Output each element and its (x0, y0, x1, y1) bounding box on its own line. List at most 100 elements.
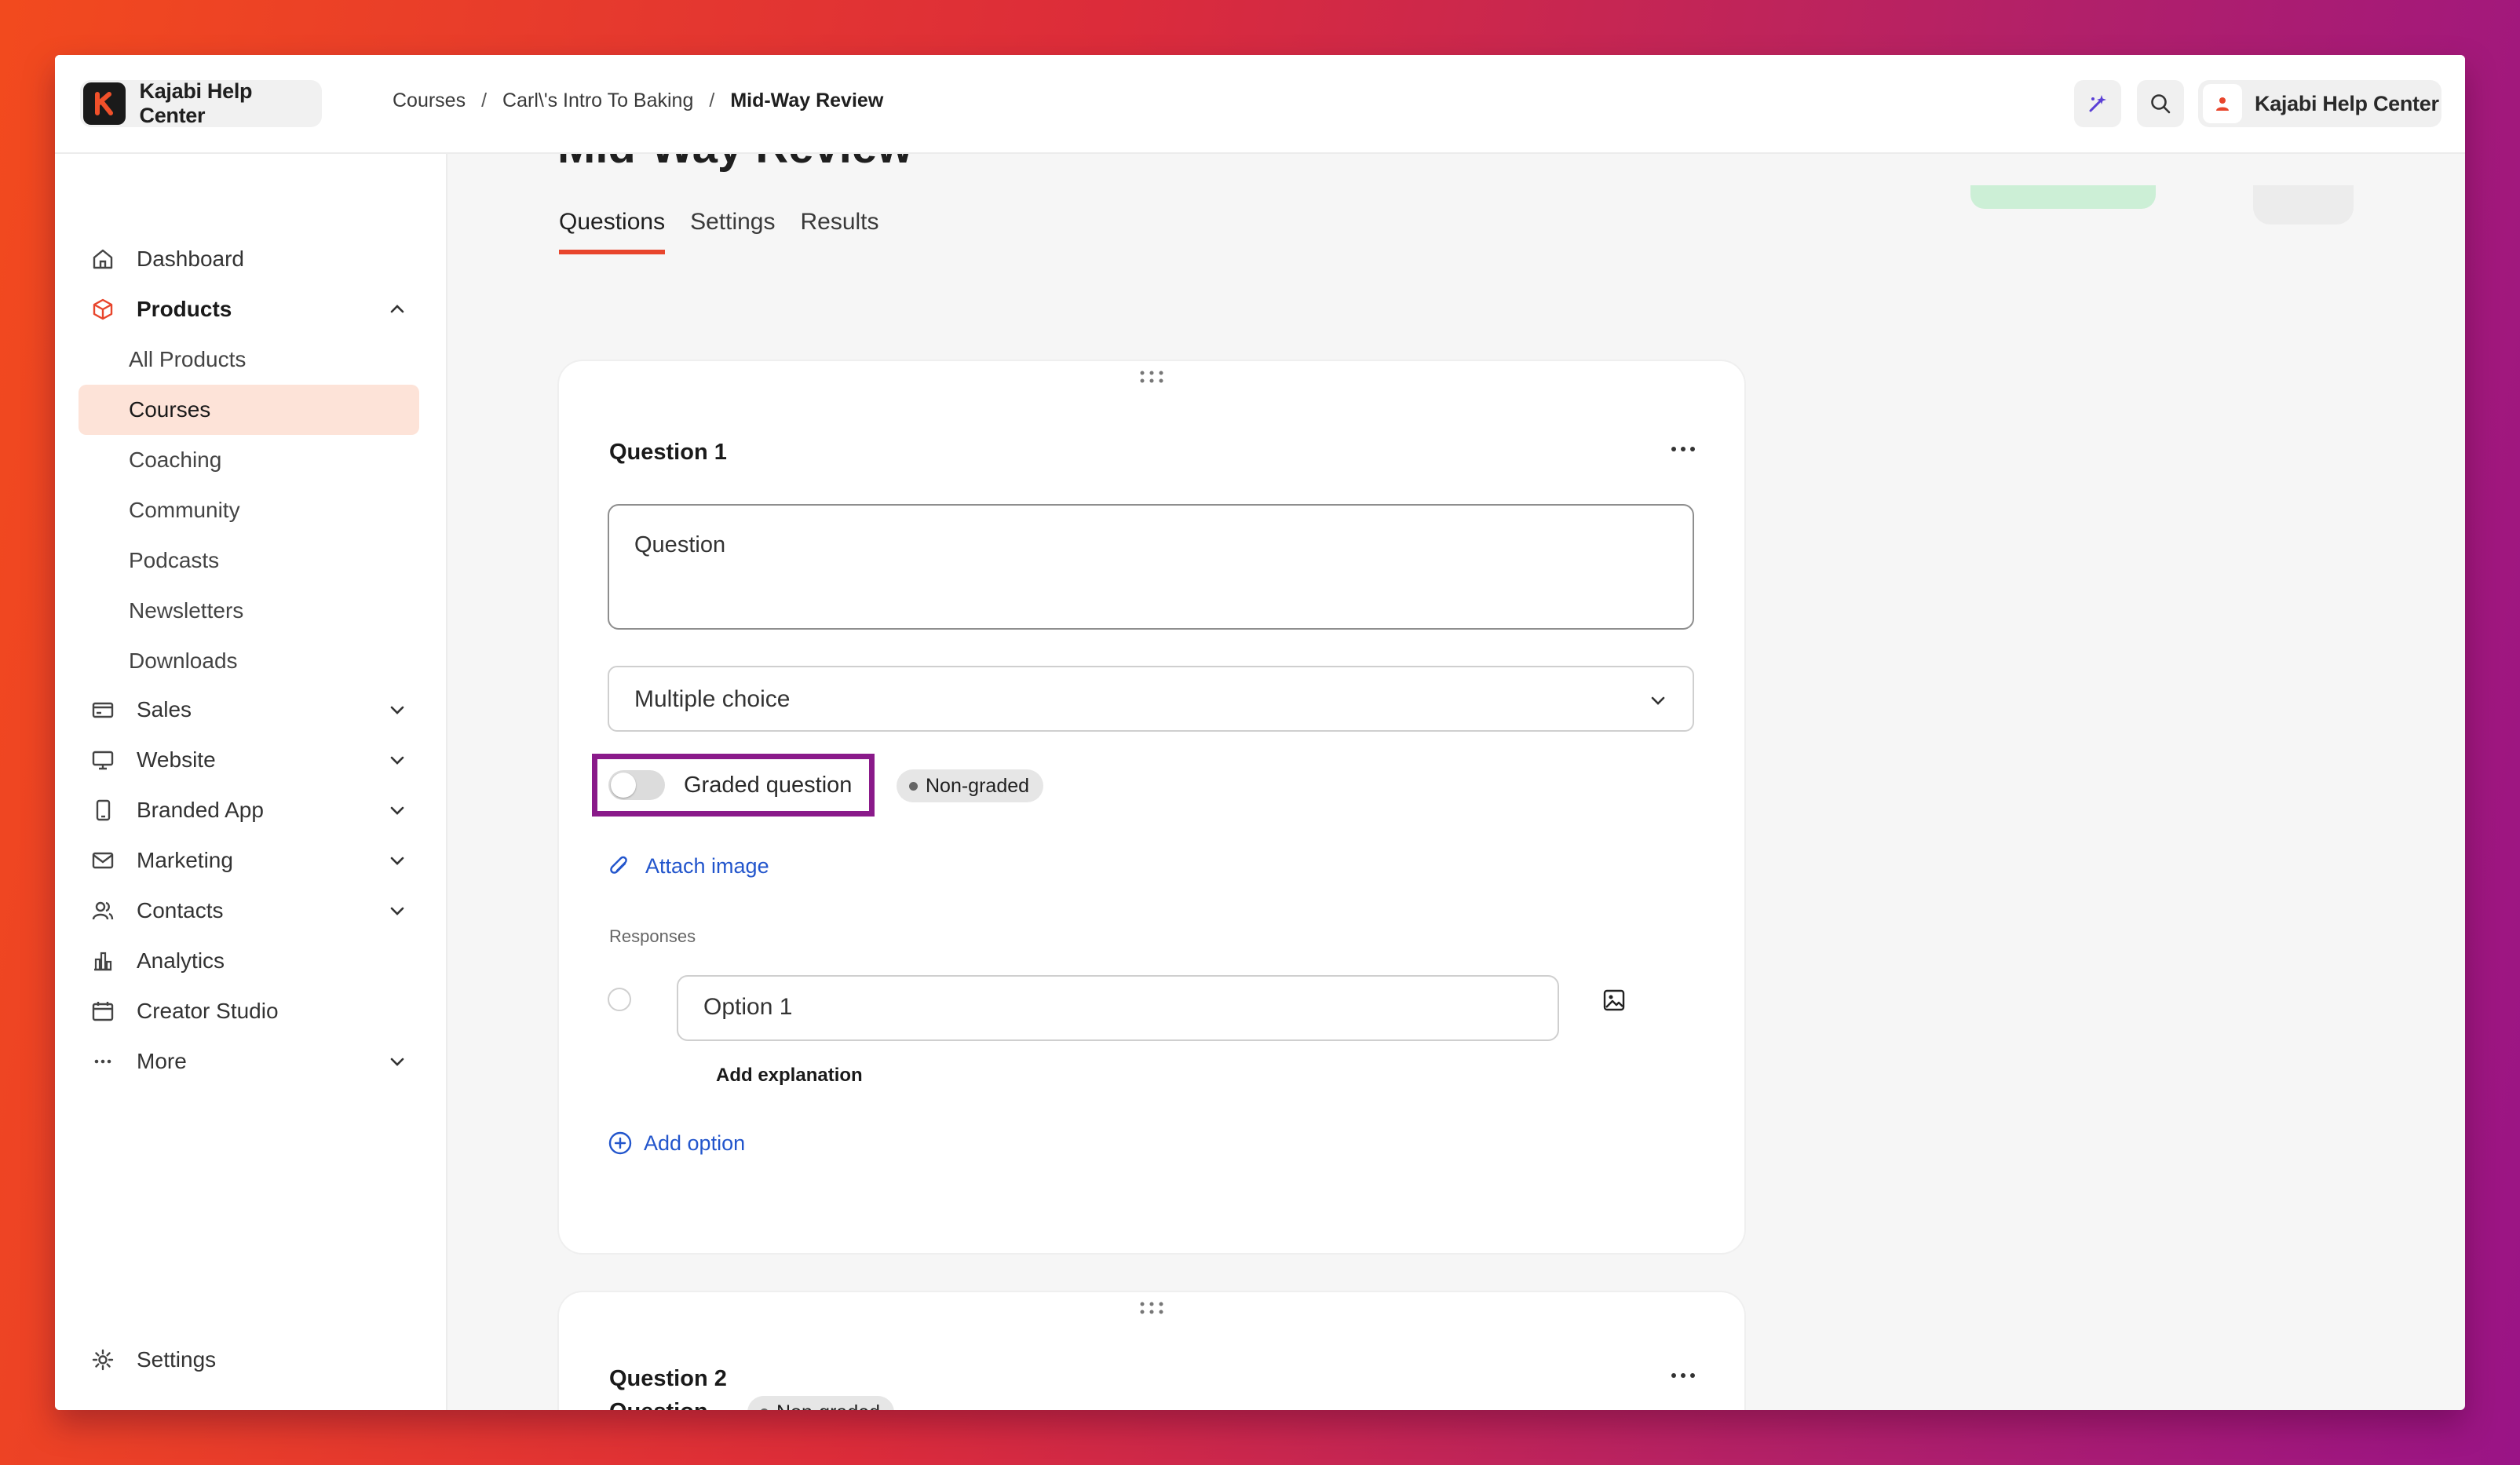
sidebar-item-label: Downloads (129, 648, 238, 673)
status-dot (909, 781, 918, 791)
search-button[interactable] (2137, 80, 2184, 127)
user-icon (2216, 97, 2229, 111)
sidebar-item-all-products[interactable]: All Products (79, 334, 419, 385)
sidebar-item-label: Podcasts (129, 548, 220, 572)
bar-chart-icon (89, 948, 116, 974)
box-icon (89, 296, 116, 323)
account-menu[interactable]: Kajabi Help Center (2198, 80, 2441, 127)
breadcrumb-course[interactable]: Carl\'s Intro To Baking (502, 90, 693, 112)
sidebar-item-label: Contacts (137, 898, 224, 922)
more-options-icon[interactable] (1667, 1368, 1699, 1383)
image-icon[interactable] (1601, 988, 1627, 1013)
top-bar: Kajabi Help Center Courses / Carl\'s Int… (55, 55, 2465, 154)
status-badge: Non-graded (747, 1396, 895, 1410)
sparkle-wand-icon (2089, 95, 2106, 112)
tab-settings[interactable]: Settings (690, 209, 775, 254)
sidebar-item-contacts[interactable]: Contacts (79, 886, 419, 936)
users-icon (89, 897, 116, 924)
search-icon (2151, 94, 2171, 114)
sidebar-item-more[interactable]: More (79, 1036, 419, 1087)
sidebar-item-label: Creator Studio (137, 999, 279, 1023)
sidebar: Dashboard Products All Products Courses … (55, 154, 447, 1410)
gear-icon (89, 1346, 116, 1373)
chevron-down-icon (1651, 696, 1665, 705)
breadcrumb-courses[interactable]: Courses (393, 90, 466, 112)
status-dot (760, 1408, 769, 1410)
question-card: Question 1 Question Multiple choice Grad… (559, 361, 1744, 1253)
sidebar-item-label: Dashboard (137, 247, 244, 271)
chevron-down-icon (390, 706, 404, 714)
question-title: Question 1 (609, 440, 727, 465)
sidebar-item-label: Branded App (137, 798, 264, 822)
avatar (2203, 84, 2242, 123)
ai-assistant-button[interactable] (2074, 80, 2121, 127)
tab-results[interactable]: Results (800, 209, 878, 254)
sidebar-item-label: Sales (137, 697, 192, 722)
sidebar-item-newsletters[interactable]: Newsletters (79, 586, 419, 636)
chevron-down-icon (390, 1058, 404, 1066)
credit-card-icon (89, 696, 116, 723)
question-type-select[interactable]: Multiple choice (608, 666, 1694, 732)
sidebar-item-coaching[interactable]: Coaching (79, 435, 419, 485)
sidebar-item-website[interactable]: Website (79, 735, 419, 785)
main-content: Mid-Way Review Questions Settings Result… (447, 154, 2465, 1410)
brand-switcher[interactable]: Kajabi Help Center (80, 79, 322, 127)
tab-bar: Questions Settings Results (559, 209, 904, 254)
responses-label: Responses (609, 926, 696, 946)
sidebar-item-downloads[interactable]: Downloads (79, 636, 419, 686)
graded-toggle[interactable] (608, 770, 665, 800)
page-title: Mid-Way Review (557, 154, 912, 174)
add-option-button[interactable]: Add option (608, 1131, 745, 1156)
question-input[interactable]: Question (608, 504, 1694, 630)
chevron-down-icon (390, 756, 404, 765)
option-input[interactable]: Option 1 (677, 975, 1559, 1041)
sidebar-item-community[interactable]: Community (79, 485, 419, 535)
add-option-label: Add option (644, 1131, 746, 1155)
sidebar-item-label: Website (137, 747, 216, 772)
status-badge: Non-graded (897, 769, 1044, 802)
sidebar-item-label: Newsletters (129, 598, 244, 623)
sidebar-item-podcasts[interactable]: Podcasts (79, 535, 419, 586)
kajabi-logo-icon (83, 82, 126, 125)
question-title: Question 2 (609, 1366, 727, 1391)
add-explanation-button[interactable]: Add explanation (716, 1065, 863, 1087)
sidebar-item-label: Marketing (137, 848, 233, 872)
attach-image-button[interactable]: Attach image (608, 854, 769, 879)
sidebar-item-label: All Products (129, 347, 247, 371)
sidebar-item-dashboard[interactable]: Dashboard (79, 234, 419, 284)
mail-icon (89, 847, 116, 874)
sidebar-item-analytics[interactable]: Analytics (79, 936, 419, 986)
more-options-icon[interactable] (1667, 441, 1699, 457)
toggle-knob (611, 773, 636, 798)
brand-name: Kajabi Help Center (139, 79, 253, 127)
sidebar-item-marketing[interactable]: Marketing (79, 835, 419, 886)
sidebar-item-label: Settings (137, 1347, 217, 1372)
drag-handle-icon[interactable] (1138, 1300, 1165, 1316)
option-radio[interactable] (608, 988, 631, 1011)
paperclip-icon (610, 856, 627, 874)
breadcrumb-separator: / (481, 90, 488, 111)
sidebar-item-products[interactable]: Products (79, 284, 419, 334)
question-type-value: Multiple choice (634, 686, 791, 712)
home-icon (89, 246, 116, 272)
tab-questions[interactable]: Questions (559, 209, 666, 254)
sidebar-item-label: Products (137, 297, 232, 321)
sidebar-item-sales[interactable]: Sales (79, 685, 419, 735)
status-badge (1970, 185, 2156, 209)
breadcrumb-current: Mid-Way Review (730, 90, 884, 111)
sidebar-item-creator-studio[interactable]: Creator Studio (79, 986, 419, 1036)
phone-icon (89, 797, 116, 824)
sidebar-item-courses[interactable]: Courses (79, 385, 419, 435)
header-action-button[interactable] (2253, 185, 2354, 225)
badge-label: Non-graded (926, 774, 1030, 797)
sidebar-item-settings[interactable]: Settings (79, 1335, 419, 1385)
question-subtitle: Question (609, 1399, 708, 1410)
sidebar-item-branded-app[interactable]: Branded App (79, 785, 419, 835)
sidebar-item-label: Analytics (137, 948, 225, 973)
graded-label: Graded question (684, 772, 853, 798)
chevron-down-icon (390, 806, 404, 815)
drag-handle-icon[interactable] (1138, 369, 1165, 385)
ellipsis-icon (89, 1048, 116, 1075)
chevron-down-icon (390, 907, 404, 915)
question-card: Question 2 Question Non-graded (559, 1292, 1744, 1410)
